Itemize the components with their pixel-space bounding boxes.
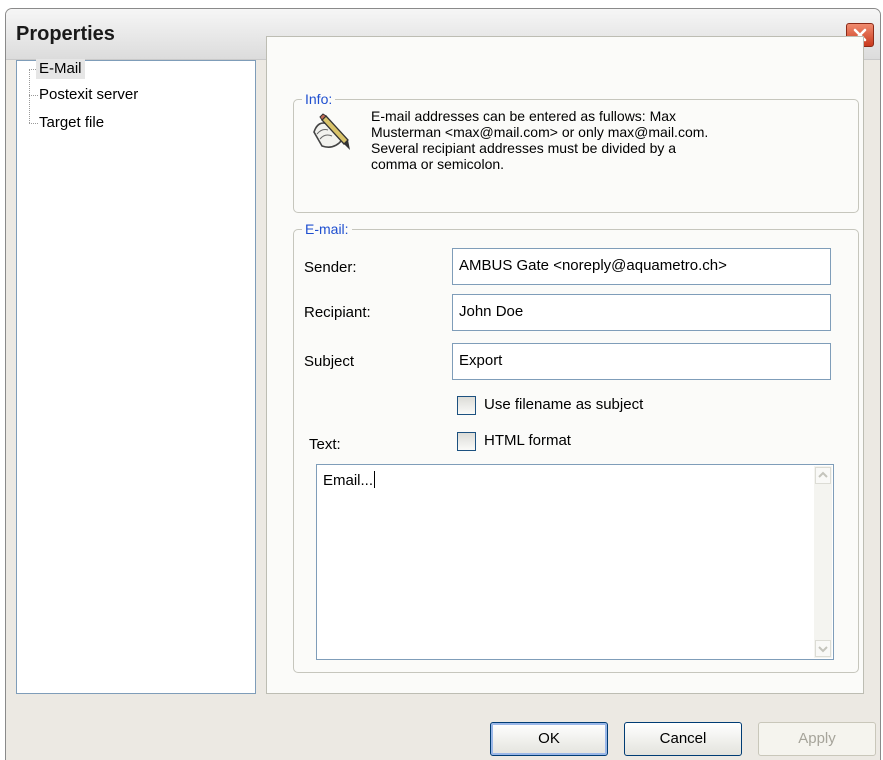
email-body-textarea[interactable]: Email... xyxy=(316,464,834,660)
use-filename-label[interactable]: Use filename as subject xyxy=(484,396,643,413)
recipient-field[interactable]: John Doe xyxy=(452,294,831,331)
window-title: Properties xyxy=(16,23,115,45)
info-line: Several recipiant addresses must be divi… xyxy=(371,140,677,156)
scroll-up-button[interactable] xyxy=(815,467,831,484)
category-tree: E-Mail Postexit server Target file xyxy=(16,59,256,694)
subject-field[interactable]: Export xyxy=(452,343,831,380)
sender-field[interactable]: AMBUS Gate <noreply@aquametro.ch> xyxy=(452,248,831,285)
text-caret xyxy=(374,471,376,488)
subject-label: Subject xyxy=(304,353,355,370)
email-body-text: Email... xyxy=(323,471,376,489)
tree-item-postexit-server[interactable]: Postexit server xyxy=(36,85,141,105)
scroll-down-button[interactable] xyxy=(815,640,831,657)
tree-item-email[interactable]: E-Mail xyxy=(36,59,85,79)
pen-paper-icon xyxy=(313,113,350,150)
text-label: Text: xyxy=(309,436,341,453)
html-format-label[interactable]: HTML format xyxy=(484,432,571,449)
apply-button[interactable]: Apply xyxy=(758,722,876,756)
recipient-label: Recipiant: xyxy=(304,304,371,321)
html-format-checkbox[interactable] xyxy=(457,432,476,451)
tree-connector xyxy=(29,69,30,123)
info-line: comma or semicolon. xyxy=(371,156,505,172)
info-text: E-mail addresses can be entered as fullo… xyxy=(371,108,811,172)
sender-label: Sender: xyxy=(304,259,357,276)
ok-button[interactable]: OK xyxy=(490,722,608,756)
cancel-button[interactable]: Cancel xyxy=(624,722,742,756)
info-line: E-mail addresses can be entered as fullo… xyxy=(371,108,677,124)
chevron-up-icon xyxy=(818,471,828,478)
info-group: Info: E-mail addresses can be entered as… xyxy=(293,91,859,213)
info-line: Musterman <max@mail.com> or only max@mai… xyxy=(371,124,709,140)
vertical-scrollbar[interactable] xyxy=(814,466,832,658)
chevron-down-icon xyxy=(818,646,828,653)
use-filename-checkbox[interactable] xyxy=(457,396,476,415)
email-group-label: E-mail: xyxy=(302,221,352,237)
info-group-label: Info: xyxy=(302,91,336,107)
tree-item-target-file[interactable]: Target file xyxy=(36,113,107,133)
